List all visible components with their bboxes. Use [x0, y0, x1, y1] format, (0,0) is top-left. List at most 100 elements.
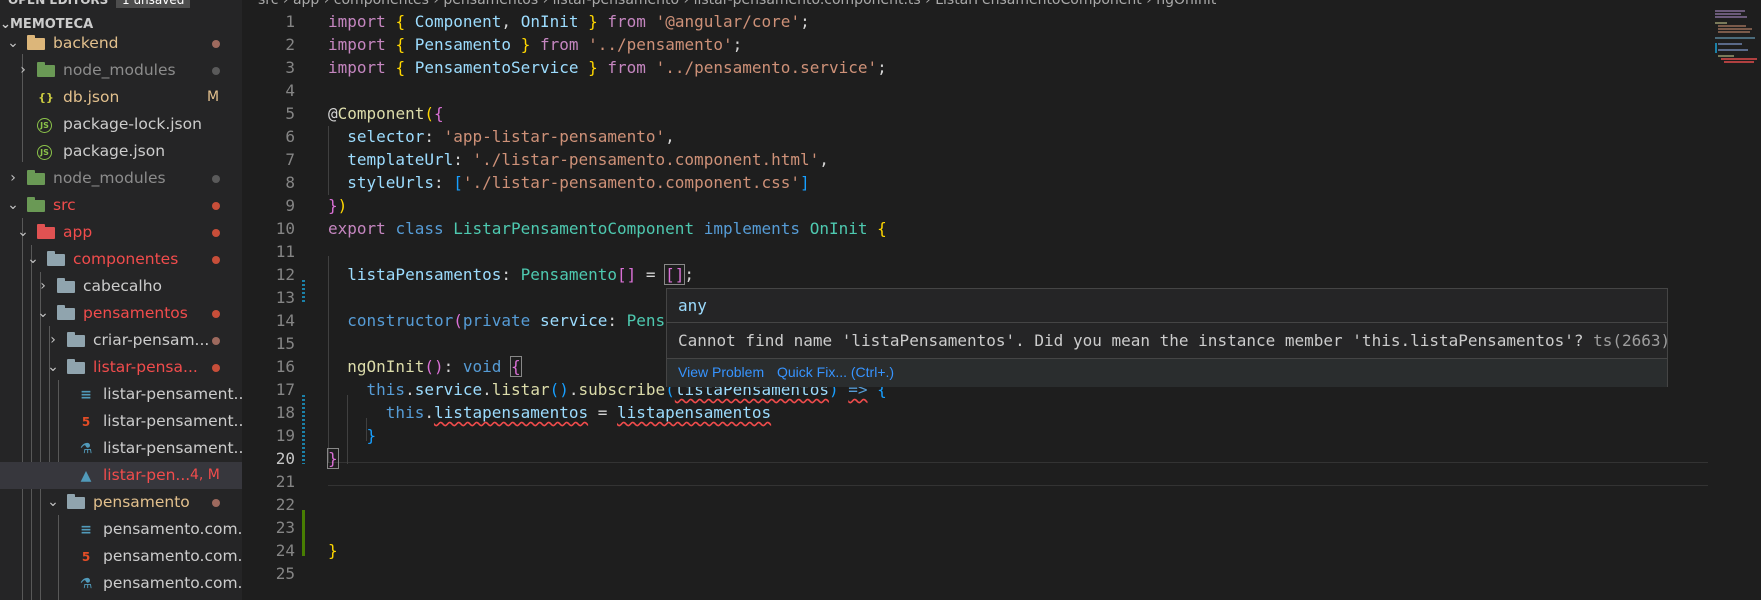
line-number: 4	[285, 81, 295, 100]
tree-item-label: package.json	[63, 142, 166, 160]
code-line-16[interactable]: ngOnInit(): void {	[328, 355, 522, 378]
quick-fix-link[interactable]: Quick Fix... (Ctrl+.)	[777, 364, 894, 380]
code-line-1[interactable]: import { Component, OnInit } from '@angu…	[328, 10, 810, 33]
tree-item-pensamentos[interactable]: ⌄ pensamentos	[0, 300, 242, 327]
folder-icon	[27, 170, 45, 185]
hover-tooltip: any Cannot find name 'listaPensamentos'.…	[666, 288, 1670, 387]
code-line-5[interactable]: @Component({	[328, 102, 444, 125]
code-line-6[interactable]: selector: 'app-listar-pensamento',	[328, 125, 675, 148]
tree-item-listar-pensamento[interactable]: ⌄ listar-pensa...	[0, 354, 242, 381]
folder-icon	[27, 35, 45, 50]
line-number: 8	[285, 173, 295, 192]
tree-item-pensamento-html[interactable]: 5 pensamento.com...	[0, 543, 242, 570]
code-line-8[interactable]: styleUrls: ['./listar-pensamento.compone…	[328, 171, 810, 194]
chevron-right-icon: ›	[10, 170, 16, 186]
token: ]	[800, 173, 810, 192]
tree-item-node-modules[interactable]: › node_modules	[0, 57, 242, 84]
tree-item-componentes[interactable]: ⌄ componentes	[0, 246, 242, 273]
code-line-14[interactable]: constructor(private service: Pensa	[328, 309, 675, 332]
lines-file-icon: ≡	[80, 522, 92, 538]
line-number: 20	[275, 449, 295, 468]
error-dot	[212, 256, 220, 264]
open-editors-label: OPEN EDITORS	[8, 0, 109, 7]
line-number: 11	[275, 242, 295, 261]
line-number: 15	[275, 334, 295, 353]
line-number: 24	[275, 541, 295, 560]
open-editors-header[interactable]: OPEN EDITORS 1 unsaved	[0, 0, 242, 10]
tree-item-pensamento-spec[interactable]: ⚗ pensamento.com...	[0, 570, 242, 597]
tree-item-label: src	[53, 196, 76, 214]
tree-item-label: pensamentos	[83, 304, 188, 322]
code-line-20[interactable]: }	[327, 447, 339, 470]
code-line-9[interactable]: })	[328, 194, 347, 217]
error-token[interactable]: listapensamentos	[617, 403, 771, 422]
unsaved-badge: 1 unsaved	[116, 0, 191, 8]
nodejs-file-icon: JS	[37, 145, 52, 160]
code-line-7[interactable]: templateUrl: './listar-pensamento.compon…	[328, 148, 829, 171]
error-dot	[212, 364, 220, 372]
token: listaPensamentos	[347, 265, 502, 284]
line-number: 18	[275, 403, 295, 422]
tree-item-criar-pensamento[interactable]: › criar-pensam...	[0, 327, 242, 354]
token: Pensamento	[520, 265, 617, 284]
token: OnInit	[809, 219, 868, 238]
lines-file-icon: ≡	[80, 387, 92, 403]
modified-dot	[212, 40, 220, 48]
token: 'app-listar-pensamento'	[443, 127, 666, 146]
modified-dot	[212, 499, 220, 507]
code-line-24[interactable]: }	[328, 539, 338, 562]
code-line-19[interactable]: }	[328, 424, 377, 447]
token: Pensamento	[414, 35, 512, 54]
error-code: ts(2663)	[1593, 331, 1671, 350]
token: this	[366, 380, 406, 399]
tree-item-listar-ts[interactable]: ≡ listar-pensament...	[0, 381, 242, 408]
token: (	[453, 311, 463, 330]
error-token[interactable]: listapensamentos	[434, 403, 588, 422]
tree-item-cabecalho[interactable]: › cabecalho	[0, 273, 242, 300]
token: './listar-pensamento.component.css'	[462, 173, 801, 192]
token: void	[462, 357, 502, 376]
git-status-badge: M	[207, 89, 220, 105]
chevron-down-icon: ⌄	[37, 305, 49, 321]
tree-item-pensamento[interactable]: ⌄ pensamento	[0, 489, 242, 516]
token: {	[433, 104, 444, 123]
tree-item-src[interactable]: ⌄ src	[0, 192, 242, 219]
tree-item-package-lock-json[interactable]: JS package-lock.json	[0, 111, 242, 138]
view-problem-link[interactable]: View Problem	[678, 364, 764, 380]
token: import	[328, 58, 386, 77]
folder-icon	[67, 332, 85, 347]
code-line-10[interactable]: export class ListarPensamentoComponent i…	[328, 217, 887, 240]
modified-dot	[212, 337, 220, 345]
tree-item-label: criar-pensam...	[93, 331, 210, 349]
tree-item-listar-spec[interactable]: ⚗ listar-pensament...	[0, 435, 242, 462]
tree-item-backend[interactable]: ⌄ backend	[0, 30, 242, 57]
tree-item-listar-component-ts[interactable]: ▲ listar-pen... 4, M	[0, 462, 242, 489]
tree-item-pensamento-ts[interactable]: ≡ pensamento.com...	[0, 516, 242, 543]
code-line-3[interactable]: import { PensamentoService } from '../pe…	[328, 56, 887, 79]
code-line-2[interactable]: import { Pensamento } from '../pensament…	[328, 33, 742, 56]
chevron-right-icon: ›	[40, 278, 46, 294]
line-number: 25	[275, 564, 295, 583]
line-number: 9	[285, 196, 295, 215]
minimap[interactable]	[1715, 0, 1761, 600]
error-dot	[212, 310, 220, 318]
line-number: 23	[275, 518, 295, 537]
tree-item-label: pensamento.com...	[103, 574, 242, 592]
tree-item-app[interactable]: ⌄ app	[0, 219, 242, 246]
tree-item-package-json[interactable]: JS package.json	[0, 138, 242, 165]
code-line-12[interactable]: listaPensamentos: Pensamento[] = [];	[328, 263, 694, 286]
tree-item-label: pensamento.com...	[103, 547, 242, 565]
line-number: 2	[285, 35, 295, 54]
tree-item-node-modules-root[interactable]: › node_modules	[0, 165, 242, 192]
line-number: 3	[285, 58, 295, 77]
breadcrumb[interactable]: src › app › componentes › pensamentos › …	[258, 0, 1216, 10]
hover-message-row: Cannot find name 'listaPensamentos'. Did…	[678, 329, 1670, 353]
chevron-down-icon: ⌄	[27, 251, 39, 267]
token: Component	[337, 104, 425, 123]
token: }	[366, 426, 377, 445]
tree-item-db-json[interactable]: {} db.json M	[0, 84, 242, 111]
tree-item-listar-html[interactable]: 5 listar-pensament...	[0, 408, 242, 435]
tree-item-label: node_modules	[63, 61, 176, 79]
code-line-18[interactable]: this.listapensamentos = listapensamentos	[328, 401, 771, 424]
token: listar	[491, 380, 550, 399]
